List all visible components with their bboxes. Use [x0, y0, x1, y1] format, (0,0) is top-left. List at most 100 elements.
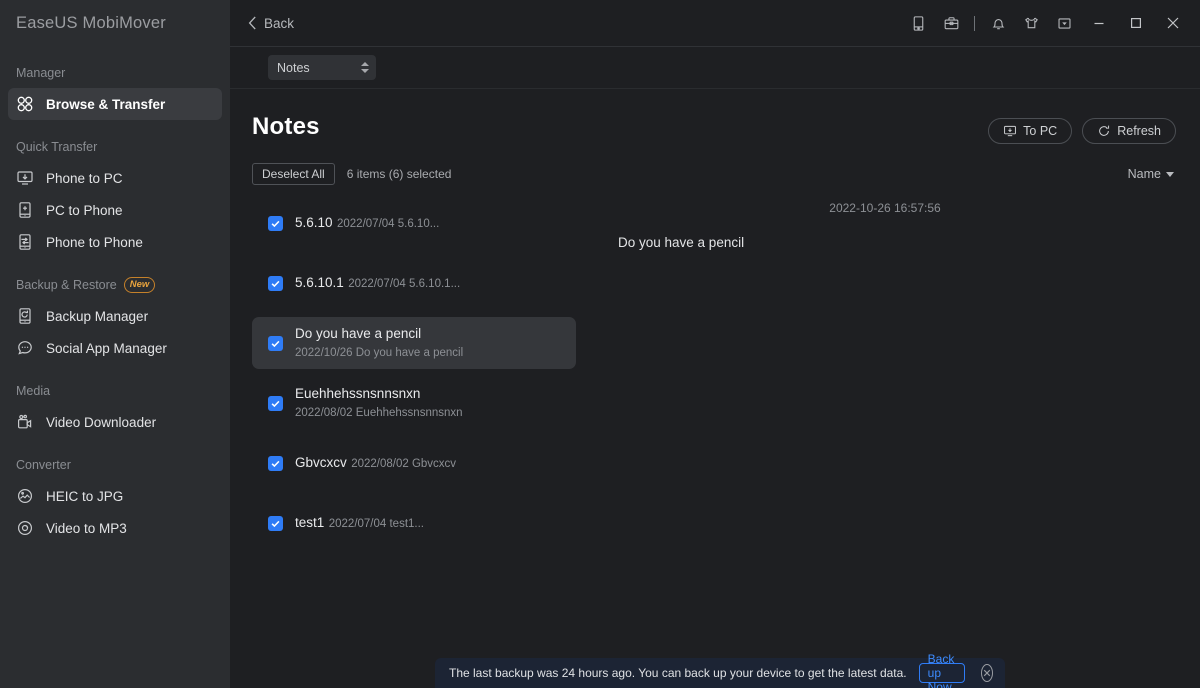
- row-gap: [252, 429, 576, 437]
- body-split: 5.6.10 2022/07/04 5.6.10... 5.6.10.1 202…: [252, 197, 1176, 549]
- sidebar-item-label: Video Downloader: [46, 415, 156, 430]
- spinner-arrows-icon: [361, 62, 369, 73]
- chevron-left-icon: [248, 16, 257, 30]
- list-item[interactable]: 5.6.10 2022/07/04 5.6.10...: [252, 197, 576, 249]
- sort-dropdown[interactable]: Name: [1128, 167, 1176, 181]
- list-item-title: Euehhehssnsnnsnxn: [295, 386, 420, 401]
- list-item[interactable]: Euehhehssnsnnsnxn 2022/08/02 Euehhehssns…: [252, 377, 576, 429]
- maximize-icon[interactable]: [1119, 8, 1153, 38]
- category-select-value: Notes: [277, 61, 310, 75]
- list-item[interactable]: Gbvcxcv 2022/08/02 Gbvcxcv: [252, 437, 576, 489]
- sidebar-item-pc-to-phone[interactable]: PC to Phone: [8, 194, 222, 226]
- row-gap: [252, 249, 576, 257]
- list-item[interactable]: Do you have a pencil 2022/10/26 Do you h…: [252, 317, 576, 369]
- row-checkbox[interactable]: [268, 276, 283, 291]
- toolbar: Deselect All 6 items (6) selected Name: [252, 163, 1176, 185]
- sidebar-item-browse-transfer[interactable]: Browse & Transfer: [8, 88, 222, 120]
- list-item-text: test1 2022/07/04 test1...: [295, 514, 424, 532]
- tshirt-icon[interactable]: [1016, 8, 1046, 38]
- sidebar-item-video-downloader[interactable]: Video Downloader: [8, 406, 222, 438]
- sidebar-group-converter: Converter: [0, 450, 230, 480]
- sidebar-item-label: Backup Manager: [46, 309, 148, 324]
- list-item-text: Gbvcxcv 2022/08/02 Gbvcxcv: [295, 454, 456, 472]
- back-up-now-button[interactable]: Back up Now: [919, 663, 965, 683]
- close-icon[interactable]: [1156, 8, 1190, 38]
- row-checkbox[interactable]: [268, 396, 283, 411]
- video-camera-icon: [16, 413, 34, 431]
- note-body-text: Do you have a pencil: [594, 235, 1176, 250]
- sidebar-group-label: Manager: [16, 66, 65, 80]
- category-select[interactable]: Notes: [268, 55, 376, 80]
- grid-dots-icon: [16, 95, 34, 113]
- sidebar-group-label: Converter: [16, 458, 71, 472]
- list-item[interactable]: 5.6.10.1 2022/07/04 5.6.10.1...: [252, 257, 576, 309]
- row-checkbox[interactable]: [268, 216, 283, 231]
- phone-to-pc-icon: [16, 169, 34, 187]
- status-badge-new: New: [124, 277, 156, 293]
- list-item-subtitle: 2022/08/02 Euehhehssnsnnsnxn: [295, 407, 463, 419]
- device-icon[interactable]: [903, 8, 933, 38]
- to-pc-button[interactable]: To PC: [988, 118, 1072, 144]
- minimize-icon[interactable]: [1082, 8, 1116, 38]
- list-item-text: Euehhehssnsnnsnxn 2022/08/02 Euehhehssns…: [295, 385, 562, 421]
- back-button[interactable]: Back: [242, 12, 300, 35]
- heic-to-jpg-icon: [16, 487, 34, 505]
- notes-list: 5.6.10 2022/07/04 5.6.10... 5.6.10.1 202…: [252, 197, 576, 549]
- refresh-icon: [1097, 124, 1111, 138]
- sidebar-item-phone-to-phone[interactable]: Phone to Phone: [8, 226, 222, 258]
- sidebar-item-phone-to-pc[interactable]: Phone to PC: [8, 162, 222, 194]
- sidebar-item-label: Phone to PC: [46, 171, 123, 186]
- sidebar-group-label: Quick Transfer: [16, 140, 97, 154]
- sidebar-group-quick-transfer: Quick Transfer: [0, 132, 230, 162]
- list-item-text: Do you have a pencil 2022/10/26 Do you h…: [295, 325, 562, 361]
- dropdown-box-icon[interactable]: [1049, 8, 1079, 38]
- row-gap: [252, 309, 576, 317]
- refresh-button[interactable]: Refresh: [1082, 118, 1176, 144]
- row-gap: [252, 489, 576, 497]
- sidebar-item-video-to-mp3[interactable]: Video to MP3: [8, 512, 222, 544]
- sidebar-item-label: Browse & Transfer: [46, 97, 165, 112]
- titlebar-divider: [974, 16, 975, 31]
- sidebar-item-backup-manager[interactable]: Backup Manager: [8, 300, 222, 332]
- backup-manager-icon: [16, 307, 34, 325]
- list-item[interactable]: test1 2022/07/04 test1...: [252, 497, 576, 549]
- close-circle-icon[interactable]: [981, 664, 993, 682]
- bell-icon[interactable]: [983, 8, 1013, 38]
- titlebar-icon-group: [903, 8, 1190, 38]
- chevron-down-icon: [1166, 172, 1174, 177]
- sidebar: EaseUS MobiMover Manager Browse & Transf…: [0, 0, 230, 688]
- sidebar-group-label: Media: [16, 384, 50, 398]
- titlebar: Back: [230, 0, 1200, 47]
- note-preview-pane: 2022-10-26 16:57:56 Do you have a pencil: [576, 197, 1176, 549]
- row-checkbox[interactable]: [268, 336, 283, 351]
- category-bar: Notes: [230, 47, 1200, 89]
- video-to-mp3-icon: [16, 519, 34, 537]
- list-item-title: test1: [295, 515, 324, 530]
- content-area: Notes To PC Refresh: [230, 89, 1200, 688]
- row-gap: [252, 369, 576, 377]
- sidebar-item-label: Social App Manager: [46, 341, 167, 356]
- row-checkbox[interactable]: [268, 456, 283, 471]
- deselect-all-button[interactable]: Deselect All: [252, 163, 335, 185]
- app-window: EaseUS MobiMover Manager Browse & Transf…: [0, 0, 1200, 688]
- sidebar-group-media: Media: [0, 376, 230, 406]
- main-pane: Back: [230, 0, 1200, 688]
- sidebar-item-heic-to-jpg[interactable]: HEIC to JPG: [8, 480, 222, 512]
- backup-reminder-banner: The last backup was 24 hours ago. You ca…: [435, 658, 1005, 688]
- sidebar-item-social-app-manager[interactable]: Social App Manager: [8, 332, 222, 364]
- row-checkbox[interactable]: [268, 516, 283, 531]
- list-item-title: 5.6.10.1: [295, 275, 344, 290]
- list-item-text: 5.6.10 2022/07/04 5.6.10...: [295, 214, 439, 232]
- sort-label: Name: [1128, 167, 1161, 181]
- page-title: Notes: [252, 113, 320, 141]
- list-item-title: 5.6.10: [295, 215, 333, 230]
- sidebar-group-manager: Manager: [0, 58, 230, 88]
- sidebar-item-label: Video to MP3: [46, 521, 127, 536]
- list-item-text: 5.6.10.1 2022/07/04 5.6.10.1...: [295, 274, 460, 292]
- selection-count-label: 6 items (6) selected: [347, 167, 452, 181]
- back-label: Back: [264, 16, 294, 31]
- app-brand-title: EaseUS MobiMover: [0, 0, 230, 47]
- banner-message: The last backup was 24 hours ago. You ca…: [449, 666, 907, 680]
- list-item-subtitle: 2022/07/04 5.6.10...: [337, 218, 439, 230]
- toolbox-icon[interactable]: [936, 8, 966, 38]
